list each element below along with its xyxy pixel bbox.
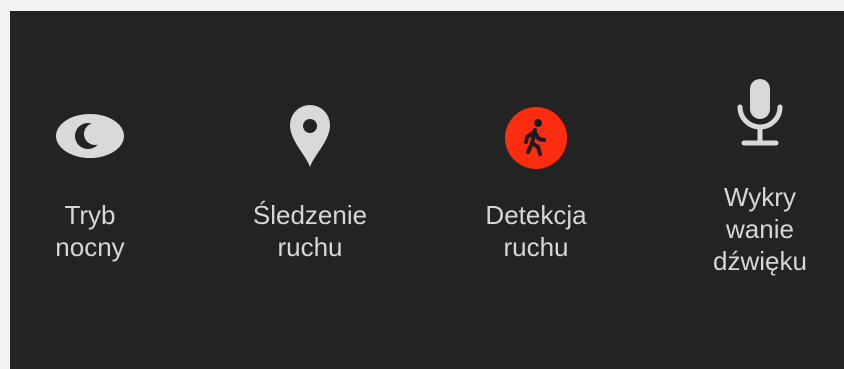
feature-motion-tracking[interactable]: Śledzenie ruchu xyxy=(210,11,410,369)
feature-panel: Tryb nocny Śledzenie ruchu Detekcja ruch… xyxy=(10,11,844,369)
microphone-icon xyxy=(730,79,790,151)
feature-motion-detection[interactable]: Detekcja ruchu xyxy=(436,11,636,369)
feature-sound-detection[interactable]: Wykry wanie dźwięku xyxy=(660,11,844,369)
feature-label: Detekcja ruchu xyxy=(485,200,587,262)
feature-night-mode[interactable]: Tryb nocny xyxy=(0,11,190,369)
feature-label: Tryb nocny xyxy=(55,200,125,262)
moon-icon xyxy=(55,113,125,159)
feature-label: Wykry wanie dźwięku xyxy=(713,182,807,276)
walking-person-icon xyxy=(505,107,567,169)
feature-label: Śledzenie ruchu xyxy=(252,200,368,262)
location-pin-icon xyxy=(290,105,330,167)
